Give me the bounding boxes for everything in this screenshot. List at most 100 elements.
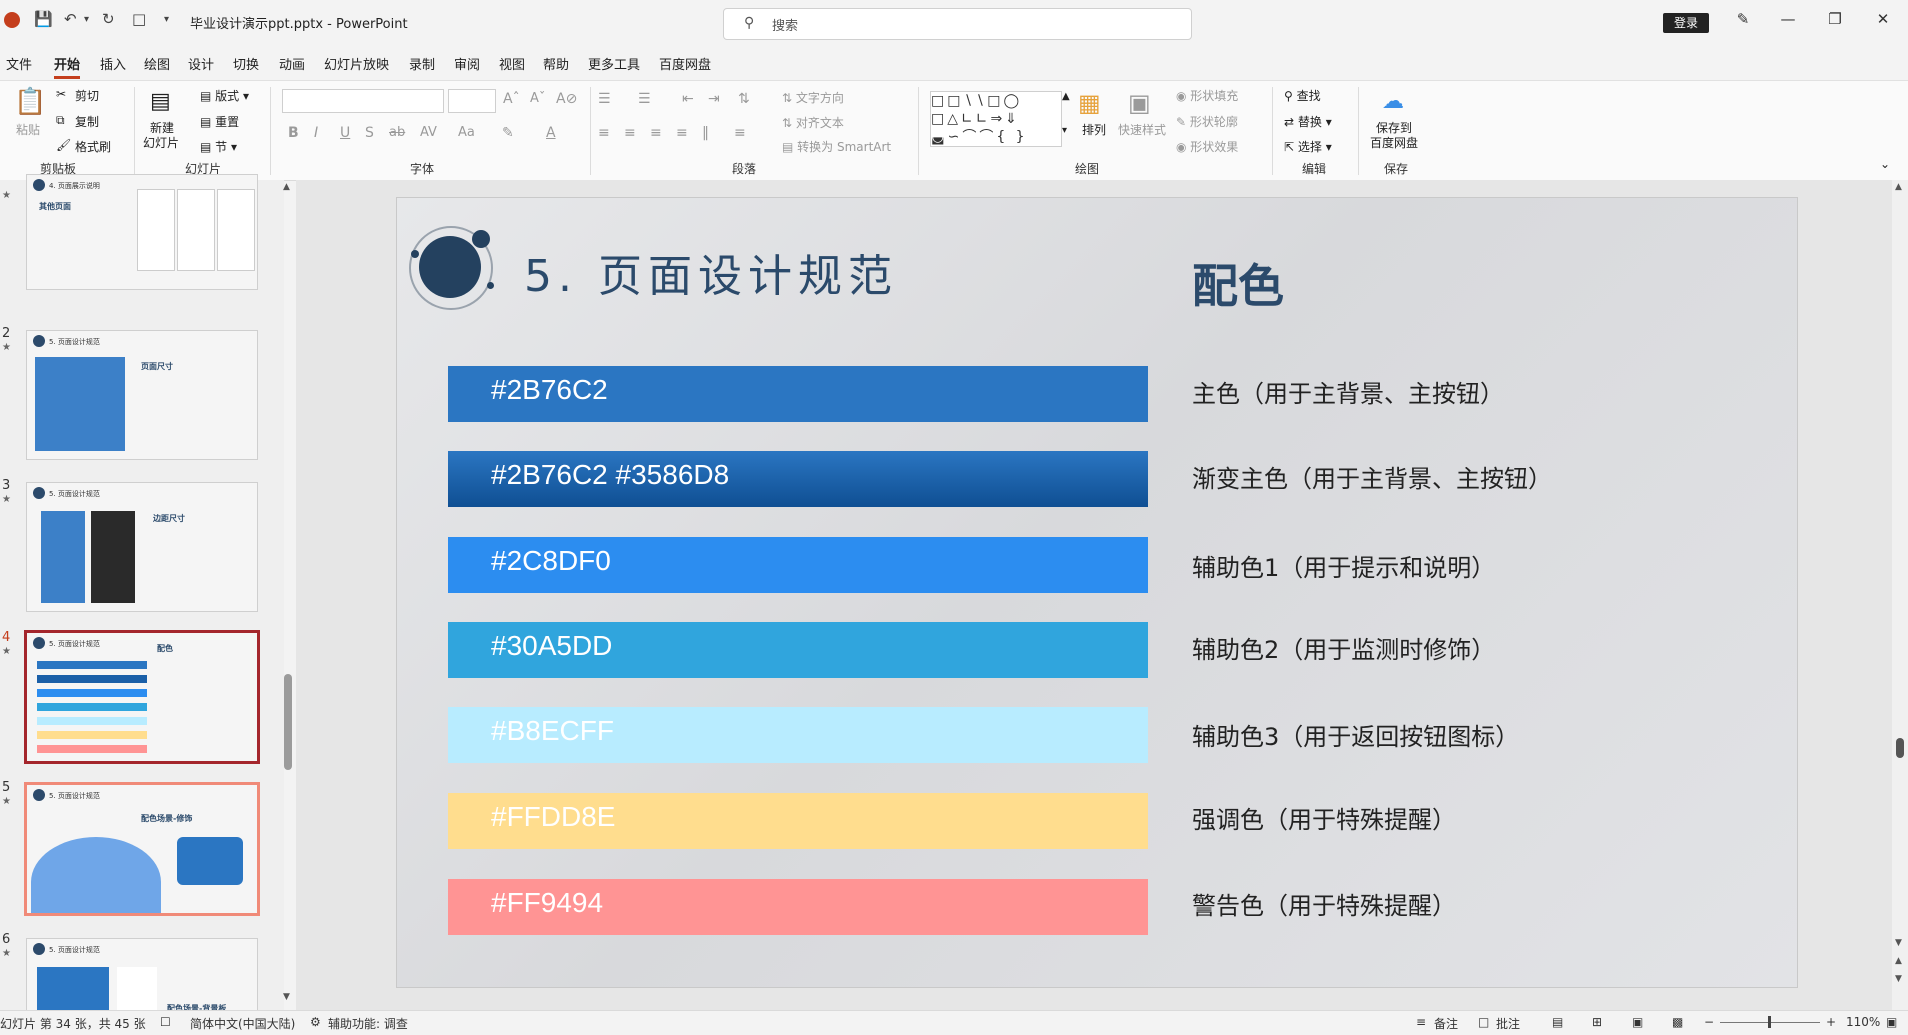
present-icon[interactable]: □ bbox=[132, 10, 146, 28]
distribute-icon[interactable]: ≡ bbox=[734, 125, 746, 141]
close-icon[interactable]: ✕ bbox=[1868, 10, 1898, 28]
select-button[interactable]: ⇱ 选择 ▾ bbox=[1284, 138, 1332, 155]
format-painter-button[interactable]: 格式刷 bbox=[75, 138, 111, 155]
language-indicator[interactable]: 简体中文(中国大陆) bbox=[190, 1015, 295, 1032]
text-direction-button[interactable]: ⇅ 文字方向 bbox=[782, 89, 844, 106]
increase-indent-icon[interactable]: ⇥ bbox=[708, 91, 720, 107]
comments-icon[interactable]: □ bbox=[1478, 1015, 1489, 1029]
menu-slideshow[interactable]: 幻灯片放映 bbox=[324, 54, 389, 73]
bold-icon[interactable]: B bbox=[288, 125, 299, 141]
convert-smartart-button[interactable]: ▤ 转换为 SmartArt bbox=[782, 138, 891, 155]
shape-outline-button[interactable]: ✎ 形状轮廓 bbox=[1176, 113, 1238, 130]
quick-styles-button[interactable]: 快速样式 bbox=[1118, 121, 1166, 138]
fit-to-window-icon[interactable]: ▣ bbox=[1886, 1015, 1897, 1029]
replace-button[interactable]: ⇄ 替换 ▾ bbox=[1284, 113, 1332, 130]
italic-icon[interactable]: I bbox=[314, 125, 318, 141]
slide-thumbnail-2[interactable]: 5. 页面设计规范 页面尺寸 bbox=[26, 330, 258, 460]
collapse-ribbon-icon[interactable]: ⌄ bbox=[1880, 157, 1890, 171]
justify-icon[interactable]: ≡ bbox=[676, 125, 688, 141]
format-painter-icon[interactable]: 🖌 bbox=[56, 138, 71, 152]
align-text-button[interactable]: ⇅ 对齐文本 bbox=[782, 114, 844, 131]
scroll-thumb[interactable] bbox=[1896, 738, 1904, 758]
undo-icon[interactable]: ↶ bbox=[64, 10, 77, 28]
copy-button[interactable]: 复制 bbox=[75, 113, 99, 130]
underline-icon[interactable]: U bbox=[340, 125, 350, 141]
scroll-up-icon[interactable]: ▲ bbox=[1895, 182, 1902, 192]
strikethrough-icon[interactable]: ab bbox=[389, 125, 405, 140]
menu-animations[interactable]: 动画 bbox=[279, 54, 305, 73]
slide-thumbnail-5[interactable]: 5. 页面设计规范 配色场景-修饰 bbox=[24, 782, 260, 916]
menu-more-tools[interactable]: 更多工具 bbox=[588, 54, 640, 73]
pen-icon[interactable]: ✎ bbox=[1728, 10, 1758, 28]
scroll-thumb[interactable] bbox=[284, 674, 292, 770]
clear-format-icon[interactable]: A⊘ bbox=[556, 91, 577, 107]
char-spacing-icon[interactable]: AV bbox=[420, 125, 437, 140]
search-box[interactable]: ⚲ 搜索 bbox=[723, 8, 1192, 40]
paste-label[interactable]: 粘贴 bbox=[16, 121, 40, 138]
zoom-in-icon[interactable]: + bbox=[1826, 1015, 1836, 1029]
zoom-level[interactable]: 110% bbox=[1846, 1015, 1880, 1029]
notes-button[interactable]: 备注 bbox=[1434, 1015, 1458, 1032]
notes-icon[interactable]: ≡ bbox=[1416, 1015, 1426, 1029]
align-right-icon[interactable]: ≡ bbox=[650, 125, 662, 141]
restore-icon[interactable]: ❐ bbox=[1820, 10, 1850, 28]
shadow-icon[interactable]: S bbox=[365, 125, 374, 141]
font-color-icon[interactable]: A bbox=[546, 125, 556, 141]
slideshow-icon[interactable]: ▩ bbox=[1672, 1015, 1683, 1029]
arrange-button[interactable]: 排列 bbox=[1082, 121, 1106, 138]
cut-button[interactable]: 剪切 bbox=[75, 87, 99, 104]
cut-icon[interactable]: ✂ bbox=[56, 87, 66, 101]
accessibility-icon[interactable]: ⚙ bbox=[310, 1015, 321, 1029]
normal-view-icon[interactable]: ▤ bbox=[1552, 1015, 1563, 1029]
align-left-icon[interactable]: ≡ bbox=[598, 125, 610, 141]
menu-design[interactable]: 设计 bbox=[188, 54, 214, 73]
copy-icon[interactable]: ⧉ bbox=[56, 113, 65, 128]
comments-button[interactable]: 批注 bbox=[1496, 1015, 1520, 1032]
new-slide-label-2[interactable]: 幻灯片 bbox=[143, 134, 179, 151]
reset-button[interactable]: ▤ 重置 bbox=[200, 113, 239, 130]
zoom-slider-thumb[interactable] bbox=[1768, 1016, 1771, 1028]
scroll-up-icon[interactable]: ▲ bbox=[283, 182, 290, 192]
menu-file[interactable]: 文件 bbox=[6, 54, 32, 73]
accessibility-status[interactable]: 辅助功能: 调查 bbox=[328, 1015, 408, 1032]
shape-fill-button[interactable]: ◉ 形状填充 bbox=[1176, 87, 1238, 104]
slide-thumbnail-6[interactable]: 5. 页面设计规范 配色场景-背景板 bbox=[26, 938, 258, 1020]
redo-icon[interactable]: ↻ bbox=[102, 10, 115, 28]
slide-sorter-icon[interactable]: ⊞ bbox=[1592, 1015, 1602, 1029]
menu-draw[interactable]: 绘图 bbox=[144, 54, 170, 73]
scroll-down-icon[interactable]: ▼ bbox=[283, 992, 290, 1002]
font-size-select[interactable] bbox=[448, 89, 496, 113]
login-button[interactable]: 登录 bbox=[1663, 13, 1709, 33]
bullets-icon[interactable]: ☰ bbox=[598, 91, 611, 107]
align-center-icon[interactable]: ≡ bbox=[624, 125, 636, 141]
zoom-out-icon[interactable]: − bbox=[1704, 1015, 1714, 1029]
slide[interactable]: 5. 页面设计规范 配色 #2B76C2 主色（用于主背景、主按钮） #2B76… bbox=[396, 197, 1798, 988]
menu-help[interactable]: 帮助 bbox=[543, 54, 569, 73]
layout-button[interactable]: ▤ 版式 ▾ bbox=[200, 87, 249, 104]
reading-view-icon[interactable]: ▣ bbox=[1632, 1015, 1643, 1029]
shapes-more-icon[interactable]: ▾ bbox=[1062, 125, 1067, 136]
save-baidu-label-2[interactable]: 百度网盘 bbox=[1370, 134, 1418, 151]
baidu-cloud-icon[interactable]: ☁ bbox=[1382, 89, 1404, 114]
next-slide-icon[interactable]: ▼ bbox=[1895, 974, 1902, 984]
arrange-icon[interactable]: ▦ bbox=[1078, 89, 1101, 117]
shape-effects-button[interactable]: ◉ 形状效果 bbox=[1176, 138, 1238, 155]
slide-scrollbar[interactable]: ▲ ▼ ▲ ▼ bbox=[1892, 180, 1908, 1010]
customize-quick-access-icon[interactable]: ▾ bbox=[164, 14, 169, 25]
shapes-scroll-up-icon[interactable]: ▲ bbox=[1062, 91, 1070, 102]
scroll-down-icon[interactable]: ▼ bbox=[1895, 938, 1902, 948]
previous-slide-icon[interactable]: ▲ bbox=[1895, 956, 1902, 966]
highlight-icon[interactable]: ✎ bbox=[502, 125, 514, 141]
thumbnail-scrollbar[interactable]: ▲ ▼ bbox=[283, 180, 293, 1010]
save-icon[interactable]: 💾 bbox=[34, 10, 53, 28]
section-button[interactable]: ▤ 节 ▾ bbox=[200, 138, 237, 155]
line-spacing-icon[interactable]: ⇅ bbox=[738, 91, 750, 107]
font-shrink-icon[interactable]: Aˇ bbox=[530, 91, 545, 106]
numbering-icon[interactable]: ☰ bbox=[638, 91, 651, 107]
font-family-select[interactable] bbox=[282, 89, 444, 113]
change-case-icon[interactable]: Aa bbox=[458, 125, 475, 140]
new-slide-icon[interactable]: ▤ bbox=[150, 89, 171, 114]
slide-thumbnail-3[interactable]: 5. 页面设计规范 边距尺寸 bbox=[26, 482, 258, 612]
decrease-indent-icon[interactable]: ⇤ bbox=[682, 91, 694, 107]
menu-review[interactable]: 审阅 bbox=[454, 54, 480, 73]
